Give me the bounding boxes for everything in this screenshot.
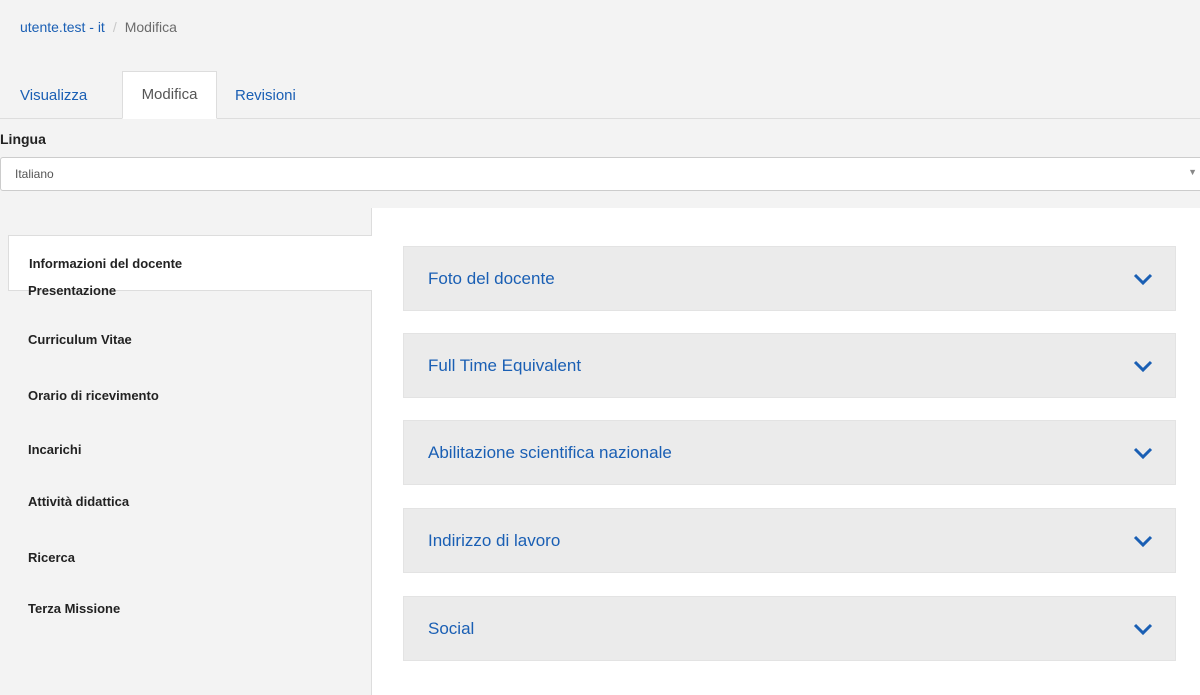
language-selected-value: Italiano <box>15 167 54 181</box>
tab-bar: Visualizza Modifica Revisioni <box>0 70 1200 119</box>
tab-modifica[interactable]: Modifica <box>122 71 217 119</box>
sidebar-item-incarichi[interactable]: Incarichi <box>8 442 372 457</box>
accordion-panel-full-time-equivalent[interactable]: Full Time Equivalent <box>403 333 1176 398</box>
tab-revisioni[interactable]: Revisioni <box>235 72 296 119</box>
panel-title: Full Time Equivalent <box>428 356 582 375</box>
panel-title: Indirizzo di lavoro <box>428 531 561 550</box>
tab-visualizza[interactable]: Visualizza <box>20 72 122 119</box>
accordion-panel-indirizzo-lavoro[interactable]: Indirizzo di lavoro <box>403 508 1176 573</box>
language-label: Lingua <box>0 131 46 147</box>
breadcrumb-separator: / <box>112 19 117 35</box>
breadcrumb-link-user[interactable]: utente.test - it <box>20 19 105 35</box>
chevron-down-icon <box>1133 360 1153 373</box>
chevron-down-icon <box>1133 447 1153 460</box>
main-content: Foto del docente Full Time Equivalent Ab… <box>372 208 1200 695</box>
accordion-panel-social[interactable]: Social <box>403 596 1176 661</box>
chevron-down-icon <box>1133 273 1153 286</box>
page: utente.test - it / Modifica Visualizza M… <box>0 0 1200 695</box>
chevron-down-icon <box>1133 623 1153 636</box>
accordion-panel-foto-docente[interactable]: Foto del docente <box>403 246 1176 311</box>
sidebar: Informazioni del docente Presentazione C… <box>8 208 373 695</box>
breadcrumb-current: Modifica <box>124 19 177 35</box>
sidebar-item-terza-missione[interactable]: Terza Missione <box>8 601 372 616</box>
sidebar-item-presentazione[interactable]: Presentazione <box>8 283 372 298</box>
sidebar-item-attivita-didattica[interactable]: Attività didattica <box>8 494 372 509</box>
accordion-panel-abilitazione[interactable]: Abilitazione scientifica nazionale <box>403 420 1176 485</box>
panel-title: Social <box>428 619 475 638</box>
sidebar-item-orario-ricevimento[interactable]: Orario di ricevimento <box>8 388 372 403</box>
chevron-down-icon: ▼ <box>1188 167 1197 177</box>
panel-title: Foto del docente <box>428 269 555 288</box>
breadcrumb: utente.test - it / Modifica <box>20 19 177 35</box>
language-select[interactable]: Italiano ▼ <box>0 157 1200 191</box>
sidebar-item-curriculum-vitae[interactable]: Curriculum Vitae <box>8 332 372 347</box>
chevron-down-icon <box>1133 535 1153 548</box>
panel-title: Abilitazione scientifica nazionale <box>428 443 672 462</box>
sidebar-item-ricerca[interactable]: Ricerca <box>8 550 372 565</box>
